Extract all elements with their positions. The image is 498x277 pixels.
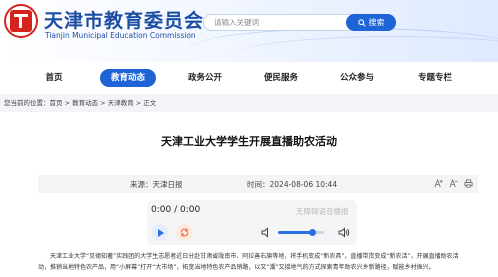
accessibility-voice-label[interactable]: 无障碍语音播报 [296, 206, 349, 217]
volume-high-icon[interactable] [338, 227, 350, 238]
nav-item-home[interactable]: 首页 [36, 69, 72, 87]
playback-time: 0:00 / 0:00 [151, 205, 201, 215]
article-source: 来源：天津日报 [130, 179, 183, 190]
site-title[interactable]: 天津市教育委员会 [44, 6, 204, 33]
article-body: 天津工业大学“见德知著”实践团的大学生志愿者近日分赴甘肃省陇南市、阿拉善右旗等地… [38, 253, 459, 271]
article-date: 时间：2024-08-06 10:44 [247, 179, 337, 190]
nav-item-government-affairs[interactable]: 政务公开 [180, 69, 230, 87]
volume-slider-fill [278, 231, 313, 234]
volume-low-icon[interactable] [261, 227, 272, 238]
breadcrumb-item-tianjin-education[interactable]: 天津教育 [108, 99, 134, 107]
date-value: 2024-08-06 10:44 [269, 180, 338, 189]
search-box: 搜索 [203, 14, 396, 31]
loop-icon [180, 228, 189, 237]
breadcrumb-prefix: 您当前的位置： [4, 99, 50, 107]
loop-button[interactable] [176, 224, 193, 241]
volume-slider-knob[interactable] [309, 229, 316, 236]
site-header: 天津市教育委员会 Tianjin Municipal Education Com… [0, 0, 498, 62]
breadcrumb-separator: > [62, 99, 73, 107]
article-title: 天津工业大学学生开展直播助农活动 [161, 135, 337, 148]
search-icon [357, 18, 366, 27]
site-logo[interactable] [4, 4, 38, 38]
font-size-up-icon[interactable] [434, 179, 443, 188]
site-subtitle: Tianjin Municipal Education Commission [45, 31, 196, 40]
logo-emblem-icon [10, 10, 32, 32]
source-value: 天津日报 [152, 180, 183, 189]
breadcrumb-item-education-news[interactable]: 教育动态 [72, 99, 98, 107]
breadcrumb-item-current: 正文 [143, 99, 157, 107]
nav-item-public-services[interactable]: 便民服务 [256, 69, 306, 87]
search-button-label: 搜索 [368, 18, 385, 27]
article-meta: 来源：天津日报 时间：2024-08-06 10:44 [38, 175, 478, 193]
breadcrumb: 您当前的位置：首页 > 教育动态 > 天津教育 > 正文 [0, 94, 498, 112]
breadcrumb-separator: > [98, 99, 108, 107]
print-icon[interactable] [464, 179, 473, 188]
breadcrumb-separator: > [133, 99, 144, 107]
audio-player: 0:00 / 0:00 无障碍语音播报 [147, 200, 357, 245]
font-size-down-icon[interactable] [449, 179, 458, 188]
play-button[interactable] [151, 224, 168, 241]
date-label: 时间： [247, 180, 270, 189]
article-tools [434, 179, 473, 188]
breadcrumb-item-home[interactable]: 首页 [50, 99, 63, 107]
nav-item-special-topics[interactable]: 专题专栏 [410, 69, 460, 87]
search-input[interactable] [214, 16, 340, 29]
nav-item-public-participation[interactable]: 公众参与 [332, 69, 382, 87]
nav-item-education-news[interactable]: 教育动态 [100, 69, 156, 87]
source-label: 来源： [130, 180, 153, 189]
main-nav: 首页 教育动态 政务公开 便民服务 公众参与 专题专栏 [0, 62, 498, 95]
volume-slider[interactable] [278, 229, 324, 236]
search-button[interactable]: 搜索 [346, 14, 396, 31]
